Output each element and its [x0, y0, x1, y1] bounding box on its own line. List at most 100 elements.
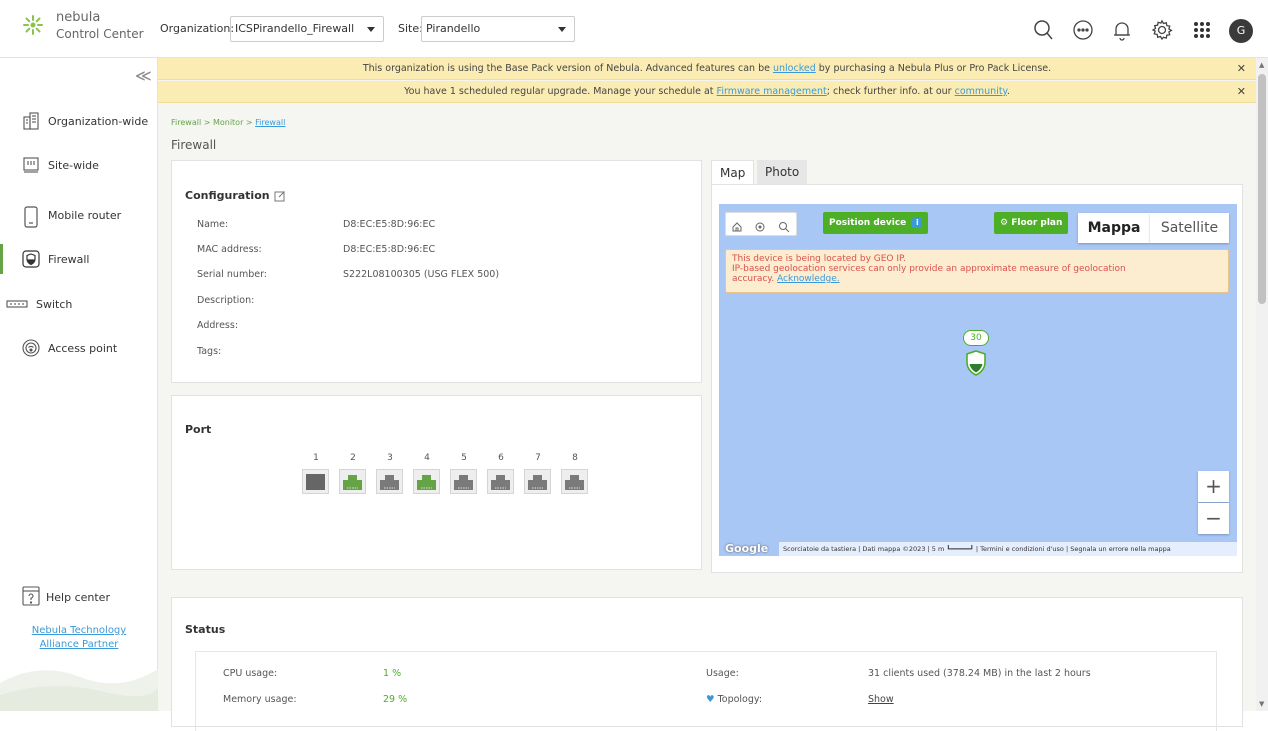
apps-grid-icon[interactable]	[1190, 18, 1214, 42]
sidebar-item-label: Site-wide	[48, 158, 99, 172]
organization-value: ICSPirandello_Firewall	[235, 22, 355, 35]
partner-line-1: Nebula Technology	[31, 625, 127, 636]
unlocked-link[interactable]: unlocked	[773, 63, 816, 74]
topology-label-text: Topology:	[717, 694, 763, 705]
name-label: Name:	[197, 219, 229, 230]
sidebar-item-site-wide[interactable]: Site-wide	[0, 150, 158, 180]
status-title: Status	[185, 623, 226, 636]
port-number: 4	[424, 453, 430, 463]
nebula-logo-icon	[22, 14, 44, 36]
serial-number-label: Serial number:	[197, 269, 268, 280]
sidebar-item-access-point[interactable]: Access point	[0, 333, 158, 363]
port-number: 8	[572, 453, 578, 463]
topology-show-link[interactable]: Show	[868, 694, 894, 705]
site-select[interactable]: Pirandello	[421, 16, 575, 42]
main-content: This organization is using the Base Pack…	[158, 58, 1256, 731]
edit-icon[interactable]	[274, 187, 286, 206]
topology-label: ♥ Topology:	[706, 694, 762, 705]
upgrade-banner: You have 1 scheduled regular upgrade. Ma…	[158, 81, 1256, 103]
home-icon[interactable]	[731, 218, 743, 237]
sidebar-item-label: Firewall	[48, 252, 90, 266]
status-table	[195, 651, 1217, 731]
port-number: 3	[387, 453, 393, 463]
help-center-icon	[22, 586, 40, 609]
access-point-icon	[22, 339, 40, 357]
firmware-management-link[interactable]: Firmware management	[717, 86, 827, 97]
map-type-mappa[interactable]: Mappa	[1078, 213, 1150, 243]
sidebar-item-mobile-router[interactable]: Mobile router	[0, 200, 158, 230]
sidebar-item-organization-wide[interactable]: Organization-wide	[0, 106, 158, 136]
top-bar: nebula Control Center Organization: ICSP…	[0, 0, 1268, 58]
sidebar-item-label: Access point	[48, 341, 118, 355]
google-logo: Google	[725, 542, 769, 555]
search-icon[interactable]	[778, 218, 790, 237]
locate-icon[interactable]	[754, 218, 766, 237]
warning-line-1: This device is being located by GEO IP.	[732, 254, 906, 264]
gear-icon[interactable]	[1150, 18, 1174, 42]
help-center-link[interactable]: Help center	[22, 586, 110, 609]
address-label: Address:	[197, 320, 239, 331]
port-3-icon[interactable]	[376, 469, 403, 494]
breadcrumb: Firewall > Monitor > Firewall	[171, 118, 285, 127]
warning-line-3: accuracy.	[732, 274, 778, 284]
map-view[interactable]: Position device i ⚙ Floor plan Mappa Sat…	[719, 204, 1237, 556]
map-attribution: Google Scorciatoie da tastiera | Dati ma…	[719, 542, 1237, 556]
decorative-hills	[0, 669, 158, 711]
acknowledge-link[interactable]: Acknowledge.	[777, 274, 840, 284]
position-device-button[interactable]: Position device i	[823, 212, 929, 234]
port-7-icon[interactable]	[524, 469, 551, 494]
cpu-usage-label: CPU usage:	[223, 668, 278, 679]
map-type-satellite[interactable]: Satellite	[1150, 213, 1229, 243]
close-icon[interactable]: ✕	[1237, 58, 1246, 80]
description-label: Description:	[197, 295, 255, 306]
attribution-text[interactable]: Scorciatoie da tastiera | Dati mappa ©20…	[779, 542, 1237, 556]
scrollbar[interactable]: ▲ ▼	[1256, 58, 1268, 711]
organization-label: Organization:	[160, 22, 235, 35]
organization-select[interactable]: ICSPirandello_Firewall	[230, 16, 384, 42]
port-5-icon[interactable]	[450, 469, 477, 494]
breadcrumb-firewall-link[interactable]: Firewall	[255, 118, 285, 127]
port-2-icon[interactable]	[339, 469, 366, 494]
port-6-icon[interactable]	[487, 469, 514, 494]
tab-map[interactable]: Map	[711, 160, 755, 185]
close-icon[interactable]: ✕	[1237, 81, 1246, 103]
sidebar-item-switch[interactable]: Switch	[0, 289, 158, 319]
user-avatar[interactable]: G	[1229, 19, 1253, 43]
zoom-in-button[interactable]: +	[1198, 471, 1229, 502]
floor-plan-icon: ⚙	[1000, 218, 1009, 228]
map-toolbar	[725, 212, 797, 236]
info-icon: i	[912, 218, 923, 228]
mobile-router-icon	[22, 206, 40, 228]
name-value: D8:EC:E5:8D:96:EC	[343, 219, 436, 230]
configuration-card: Configuration Name: D8:EC:E5:8D:96:EC MA…	[171, 160, 702, 383]
serial-number-value: S222L08100305 (USG FLEX 500)	[343, 269, 500, 280]
port-1-icon[interactable]	[302, 469, 329, 494]
status-card: Status CPU usage: 1 % Memory usage: 29 %…	[171, 597, 1243, 731]
banner-text: ; check further info. at our	[826, 86, 955, 97]
sidebar-item-firewall[interactable]: Firewall	[0, 244, 158, 274]
switch-icon	[6, 295, 28, 313]
port-4-icon[interactable]	[413, 469, 440, 494]
mac-address-label: MAC address:	[197, 244, 262, 255]
port-8-icon[interactable]	[561, 469, 588, 494]
collapse-sidebar-icon[interactable]: ≪	[135, 66, 152, 85]
community-link[interactable]: community	[955, 86, 1007, 97]
help-center-label: Help center	[46, 591, 110, 604]
firewall-pin-icon[interactable]	[965, 350, 987, 376]
chevron-down-icon	[367, 27, 375, 32]
scroll-thumb[interactable]	[1258, 74, 1266, 304]
logo-line-2: Control Center	[56, 27, 144, 41]
chat-icon[interactable]	[1071, 18, 1095, 42]
nebula-logo[interactable]: nebula Control Center	[22, 10, 144, 42]
geo-ip-warning: This device is being located by GEO IP. …	[725, 249, 1229, 293]
port-number: 5	[461, 453, 467, 463]
breadcrumb-path: Firewall > Monitor >	[171, 118, 256, 127]
bell-icon[interactable]	[1110, 18, 1134, 42]
scroll-up-icon[interactable]: ▲	[1259, 61, 1264, 69]
tab-photo[interactable]: Photo	[757, 160, 808, 185]
search-icon[interactable]	[1032, 18, 1056, 42]
scroll-down-icon[interactable]: ▼	[1259, 700, 1264, 708]
configuration-title: Configuration	[185, 189, 270, 202]
floor-plan-button[interactable]: ⚙ Floor plan	[994, 212, 1069, 234]
zoom-out-button[interactable]: −	[1198, 503, 1229, 534]
